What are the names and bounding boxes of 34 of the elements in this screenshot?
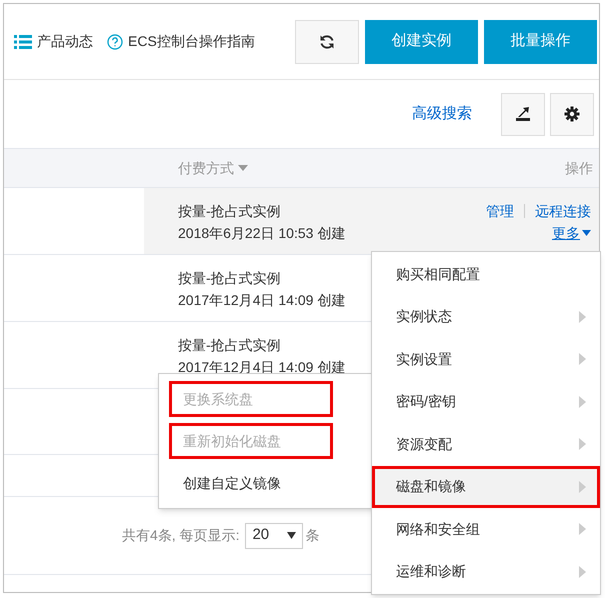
caret-icon <box>287 532 296 539</box>
menu-item[interactable]: 资源变配 <box>372 423 600 466</box>
action-link[interactable]: 远程连接 <box>535 200 591 222</box>
advanced-search-link[interactable]: 高级搜索 <box>412 102 472 126</box>
billing-text: 按量-抢占式实例 <box>178 269 281 288</box>
export-button[interactable] <box>501 92 545 136</box>
caret-icon <box>582 230 591 236</box>
help-icon <box>107 34 123 50</box>
menu-item[interactable]: 实例设置 <box>372 338 600 380</box>
billing-text: 按量-抢占式实例 <box>178 336 281 355</box>
menu-item[interactable]: 密码/密钥 <box>372 380 600 423</box>
billing-text: 按量-抢占式实例 <box>178 202 281 221</box>
submenu-item[interactable]: 创建自定义镜像 <box>169 465 295 501</box>
header-link[interactable]: 产品动态 <box>37 31 93 52</box>
settings-button[interactable] <box>550 92 594 136</box>
export-icon <box>514 106 532 122</box>
page-unit: 条 <box>305 526 320 545</box>
refresh-button[interactable] <box>295 20 359 64</box>
action-link[interactable]: 管理 <box>486 200 514 222</box>
created-text: 2018年6月22日 10:53 创建 <box>178 224 346 243</box>
page-summary: 共有4条, 每页显示: <box>122 526 240 545</box>
settings-icon <box>564 106 580 122</box>
menu-item[interactable]: 购买相同配置 <box>372 253 600 296</box>
header-link[interactable]: ECS控制台操作指南 <box>128 31 255 52</box>
page-size-select[interactable]: 20 <box>245 522 304 548</box>
menu-item[interactable]: 实例状态 <box>372 296 600 338</box>
menu-item[interactable]: 运维和诊断 <box>372 550 600 593</box>
list-icon <box>14 34 32 48</box>
menu-item[interactable]: 磁盘和镜像 <box>372 466 600 508</box>
column-header: 操作 <box>565 160 593 176</box>
refresh-icon <box>319 34 335 50</box>
more-link[interactable]: 更多 <box>552 222 580 244</box>
created-text: 2017年12月4日 14:09 创建 <box>178 291 346 310</box>
menu-item[interactable]: 网络和安全组 <box>372 508 600 550</box>
